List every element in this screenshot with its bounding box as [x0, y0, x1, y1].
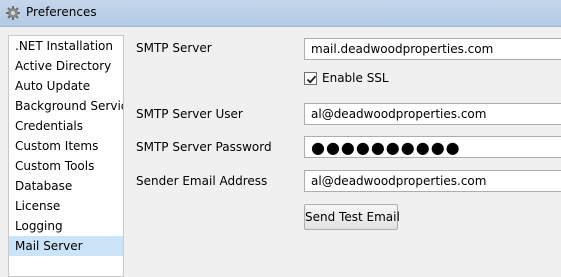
- sidebar-item-license[interactable]: License: [9, 196, 123, 216]
- sender-email-field[interactable]: al@deadwoodproperties.com: [304, 170, 561, 192]
- sidebar-item-auto-update[interactable]: Auto Update: [9, 76, 123, 96]
- smtp-user-field[interactable]: al@deadwoodproperties.com: [304, 103, 561, 125]
- smtp-user-label: SMTP Server User: [136, 107, 243, 121]
- sidebar-item-custom-tools[interactable]: Custom Tools: [9, 156, 123, 176]
- enable-ssl-checkbox[interactable]: [304, 72, 317, 85]
- enable-ssl-label: Enable SSL: [322, 71, 389, 85]
- gear-icon: [5, 5, 21, 21]
- send-test-email-button[interactable]: Send Test Email: [304, 204, 400, 230]
- smtp-password-label: SMTP Server Password: [136, 140, 272, 154]
- checkmark-icon: [306, 75, 317, 84]
- sidebar-item-net-installation[interactable]: .NET Installation: [9, 36, 123, 56]
- sidebar-item-credentials[interactable]: Credentials: [9, 116, 123, 136]
- title-bar: Preferences: [0, 0, 561, 27]
- sidebar-item-active-directory[interactable]: Active Directory: [9, 56, 123, 76]
- sidebar-item-logging[interactable]: Logging: [9, 216, 123, 236]
- preferences-category-list[interactable]: .NET Installation Active Directory Auto …: [8, 35, 124, 277]
- sidebar-item-mail-server[interactable]: Mail Server: [9, 236, 123, 256]
- sidebar-item-custom-items[interactable]: Custom Items: [9, 136, 123, 156]
- sidebar-item-background-service[interactable]: Background Service: [9, 96, 123, 116]
- preferences-content: .NET Installation Active Directory Auto …: [0, 27, 561, 277]
- sidebar-item-database[interactable]: Database: [9, 176, 123, 196]
- sender-email-label: Sender Email Address: [136, 174, 268, 188]
- smtp-server-label: SMTP Server: [136, 41, 212, 55]
- smtp-password-field[interactable]: ●●●●●●●●●●: [304, 136, 561, 158]
- window-title: Preferences: [26, 5, 97, 19]
- smtp-server-field[interactable]: mail.deadwoodproperties.com: [304, 38, 561, 60]
